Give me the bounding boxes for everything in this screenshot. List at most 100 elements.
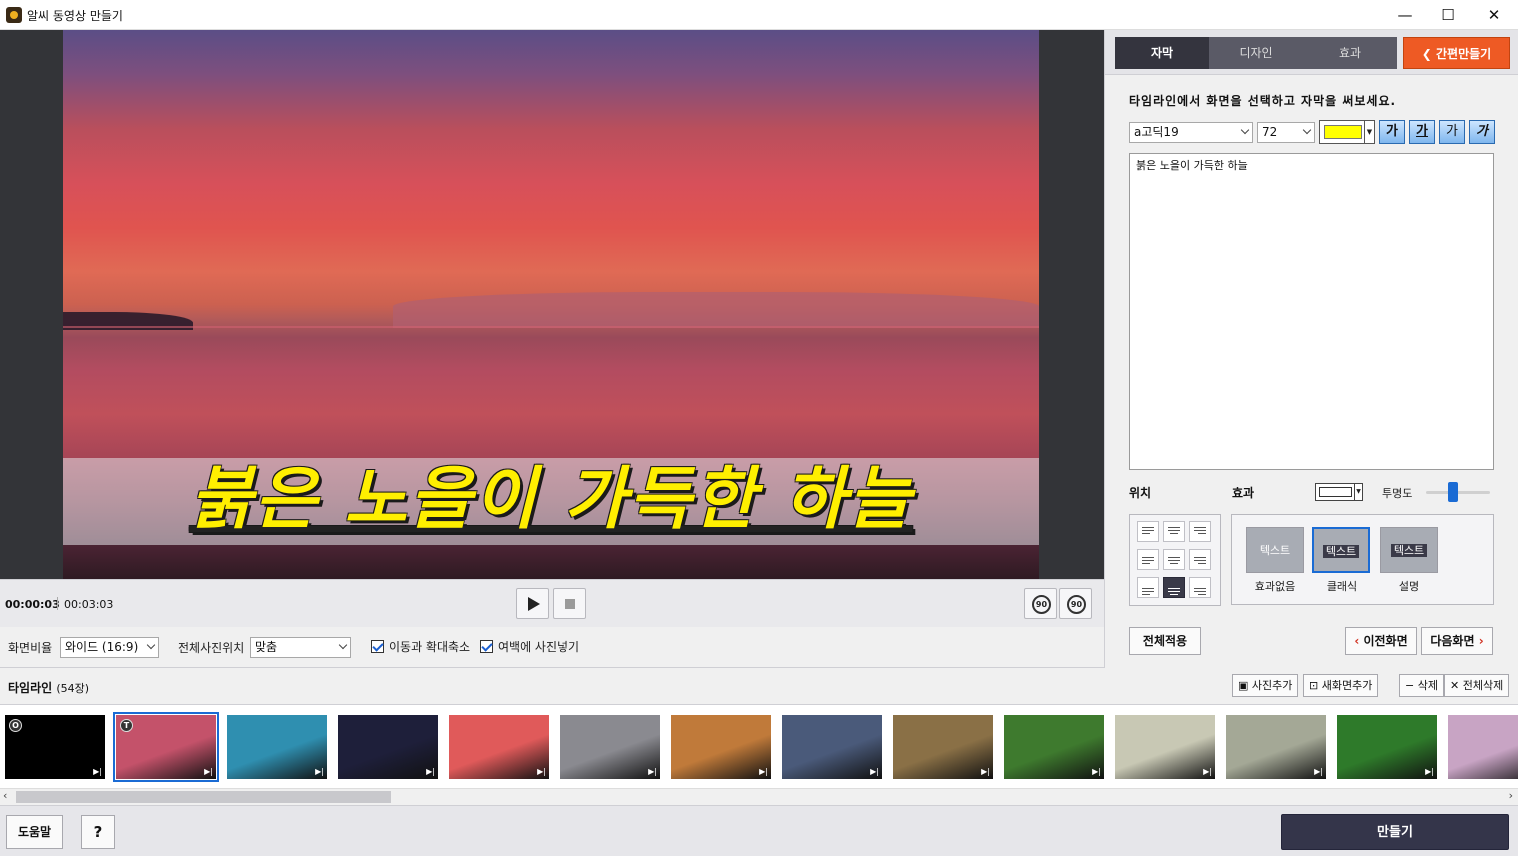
underline-style-button[interactable]: 가 [1409,120,1435,144]
help-button[interactable]: 도움말 [6,815,63,849]
effect-description-preview: 텍스트 [1390,544,1428,557]
next-screen-button[interactable]: 다음화면 › [1421,627,1493,655]
timeline-strip: O ▶| T ▶| ▶| ▶| ▶| ▶| ▶| ▶| ▶| ▶| ▶| ▶| ▶| ▶| [0,704,1518,788]
options-row: 화면비율 와이드 (16:9) 전체사진위치 맞춤 이동과 확대축소 여백에 사… [0,627,1104,668]
photo-position-select[interactable]: 맞춤 [250,637,351,658]
photo-horizon [63,326,1039,328]
timeline-thumbnail[interactable]: ▶| [1004,715,1104,779]
timeline-thumbnail[interactable]: ▶| [893,715,993,779]
timeline-thumbnail[interactable]: T ▶| [113,712,219,782]
shadow-style-button[interactable]: 가 [1469,120,1495,144]
play-icon [528,597,540,611]
add-screen-icon: ⊡ [1309,679,1322,692]
add-photo-button[interactable]: ▣ 사진추가 [1232,674,1299,697]
position-middle-right[interactable] [1189,549,1211,570]
scroll-left-icon[interactable]: ‹ [3,789,7,802]
effect-classic-option[interactable]: 텍스트 [1312,527,1370,573]
effect-color-swatch [1319,487,1352,497]
pan-zoom-checkbox[interactable] [371,640,384,653]
timeline-scrollbar[interactable]: ‹ › [0,788,1518,805]
timeline-thumbnail[interactable]: ▶| [227,715,327,779]
subtitle-textarea[interactable]: 붉은 노을이 가득한 하늘 [1129,153,1494,470]
timeline-thumbnail[interactable]: ▶| [671,715,771,779]
close-button[interactable]: ✕ [1471,0,1517,30]
delete-label: 삭제 [1417,679,1438,692]
text-color-picker[interactable]: ▼ [1319,120,1375,144]
position-top-center[interactable] [1163,521,1185,542]
normal-style-button[interactable]: 가 [1439,120,1465,144]
position-bottom-center[interactable] [1163,577,1185,598]
timeline-thumbnail[interactable]: ▶| [1448,715,1518,779]
chevron-left-icon: ❮ [1421,47,1437,61]
rotate-right-button[interactable]: 90 [1059,588,1092,619]
position-bottom-left[interactable] [1137,577,1159,598]
bottom-bar: 도움말 ? 만들기 [0,805,1518,856]
effect-classic-name: 클래식 [1326,580,1358,593]
thumbnail-badge: T [120,719,133,732]
opacity-label: 투명도 [1382,487,1413,500]
add-screen-button[interactable]: ⊡ 새화면추가 [1303,674,1379,697]
question-button[interactable]: ? [81,815,115,849]
position-middle-left[interactable] [1137,549,1159,570]
thumbnail-badge: O [9,719,22,732]
timeline-thumbnail[interactable]: ▶| [560,715,660,779]
quick-make-button[interactable]: ❮ 간편만들기 [1403,37,1510,69]
transition-icon: ▶| [204,767,213,776]
total-time: 00:03:03 [64,598,114,611]
timeline-thumbnail[interactable]: ▶| [782,715,882,779]
position-label: 위치 [1129,486,1152,500]
timeline-thumbnail[interactable]: ▶| [449,715,549,779]
font-size-select[interactable]: 72 [1257,122,1315,143]
play-button[interactable] [516,588,549,619]
window-title: 알씨 동영상 만들기 [27,9,123,23]
scrollbar-thumb[interactable] [16,791,391,803]
delete-button[interactable]: − 삭제 [1399,674,1444,697]
position-middle-center[interactable] [1163,549,1185,570]
font-select[interactable]: a고딕19 [1129,122,1253,143]
position-top-right[interactable] [1189,521,1211,542]
effect-none-option[interactable]: 텍스트 [1246,527,1304,573]
bold-style-button[interactable]: 가 [1379,120,1405,144]
timeline-thumbnail[interactable]: ▶| [338,715,438,779]
text-color-swatch [1324,125,1362,139]
transition-icon: ▶| [981,767,990,776]
playback-bar: 00:00:03 00:03:03 90 90 [0,579,1104,627]
aspect-select[interactable]: 와이드 (16:9) [60,637,159,658]
next-screen-label: 다음화면 [1430,634,1475,648]
effect-color-picker[interactable]: ▼ [1315,483,1363,501]
timeline-thumbnail[interactable]: O ▶| [5,715,105,779]
scroll-right-icon[interactable]: › [1509,789,1513,802]
opacity-slider-handle[interactable] [1447,482,1458,502]
apply-all-button[interactable]: 전체적용 [1129,627,1201,655]
aspect-value: 와이드 (16:9) [65,640,139,654]
effect-grid: 텍스트 효과없음 텍스트 클래식 텍스트 설명 [1231,514,1494,605]
stop-icon [565,599,575,609]
tab-effect[interactable]: 효과 [1303,37,1397,69]
minimize-button[interactable]: — [1382,0,1428,30]
rotate-left-button[interactable]: 90 [1024,588,1057,619]
maximize-button[interactable]: ☐ [1425,0,1471,30]
panel-tabs: 자막 디자인 효과 ❮ 간편만들기 [1105,30,1518,75]
opacity-slider[interactable] [1426,491,1490,494]
add-photo-icon: ▣ [1238,679,1252,692]
font-size-value: 72 [1262,125,1278,139]
position-top-left[interactable] [1137,521,1159,542]
prev-screen-button[interactable]: ‹ 이전화면 [1345,627,1417,655]
make-video-button[interactable]: 만들기 [1281,814,1509,850]
tab-design[interactable]: 디자인 [1209,37,1303,69]
timeline-thumbnail[interactable]: ▶| [1226,715,1326,779]
fill-margin-checkbox[interactable] [480,640,493,653]
transition-icon: ▶| [1092,767,1101,776]
effect-description-name: 설명 [1398,580,1420,593]
stop-button[interactable] [553,588,586,619]
delete-all-label: 전체삭제 [1462,679,1504,692]
effect-description-option[interactable]: 텍스트 [1380,527,1438,573]
delete-all-button[interactable]: ✕ 전체삭제 [1444,674,1510,697]
timeline-thumbnail[interactable]: ▶| [1337,715,1437,779]
tab-subtitle[interactable]: 자막 [1115,37,1209,69]
timeline-thumbnail[interactable]: ▶| [1115,715,1215,779]
instruction-text: 타임라인에서 화면을 선택하고 자막을 써보세요. [1129,94,1397,108]
effect-none-name: 효과없음 [1254,580,1296,593]
position-bottom-right[interactable] [1189,577,1211,598]
chevron-down-icon [146,640,156,650]
